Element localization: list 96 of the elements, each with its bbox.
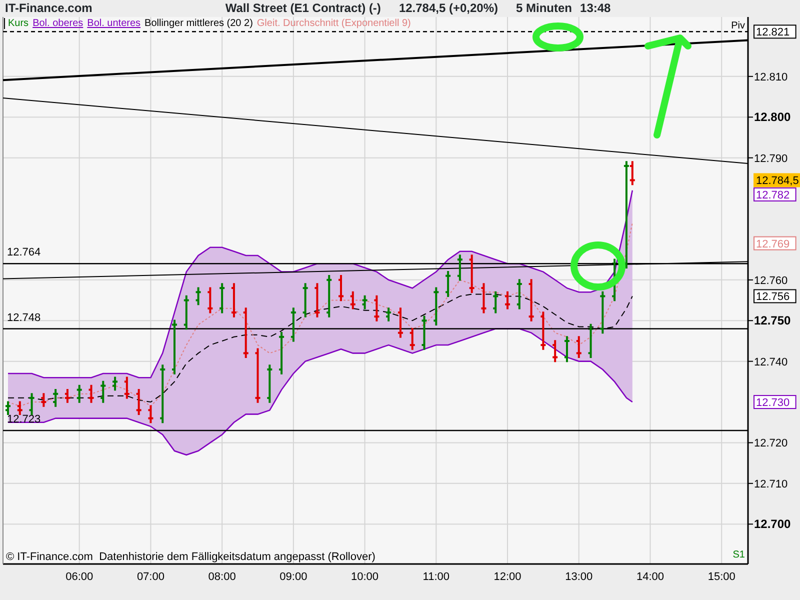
close-tick <box>29 396 34 399</box>
close-tick <box>148 417 154 420</box>
x-axis-label: 13:00 <box>565 571 593 583</box>
x-axis-label: 15:00 <box>708 571 736 583</box>
level-tag: Piv <box>731 20 745 32</box>
close-tick <box>528 316 534 318</box>
price-tag: 12.769 <box>754 236 796 250</box>
close-tick <box>446 274 451 277</box>
chart-title: Wall Street (E1 Contract) (-) <box>225 0 381 17</box>
close-tick <box>220 287 225 290</box>
close-tick <box>612 262 618 265</box>
close-tick <box>124 392 130 395</box>
site-name: IT-Finance.com <box>5 0 92 17</box>
close-tick <box>398 332 403 334</box>
close-tick <box>53 392 58 395</box>
close-tick <box>208 307 213 310</box>
close-tick <box>386 311 392 314</box>
close-tick <box>600 295 606 298</box>
level-label: 12.764 <box>7 246 41 259</box>
y-axis-label: 12.790 <box>754 152 788 165</box>
close-tick <box>172 324 177 326</box>
price-tag: 12.756 <box>754 289 796 304</box>
price-tag: 12.782 <box>754 187 796 202</box>
price-tag: 12.730 <box>754 395 796 410</box>
x-axis-label: 10:00 <box>351 571 379 583</box>
close-tick <box>112 380 118 383</box>
close-tick <box>564 340 570 342</box>
close-tick <box>279 336 284 338</box>
close-tick <box>41 401 46 404</box>
legend-label: Kurs <box>8 18 29 29</box>
close-tick <box>326 278 332 281</box>
x-axis-label: 12:00 <box>494 571 522 583</box>
close-tick <box>88 396 94 399</box>
time-label: 13:48 <box>580 0 611 17</box>
close-tick <box>6 405 10 408</box>
y-axis-label: 12.700 <box>754 517 791 532</box>
close-tick <box>576 352 582 354</box>
close-tick <box>434 291 439 294</box>
x-axis-label: 11:00 <box>422 571 450 583</box>
close-tick <box>64 396 70 399</box>
hand-drawn-circle <box>532 22 584 52</box>
close-tick <box>314 311 320 314</box>
close-tick <box>624 164 629 167</box>
legend-label: Gleit. Durchschnitt (Exponentiell 9) <box>256 18 411 29</box>
y-axis-label: 12.760 <box>754 274 788 287</box>
close-tick <box>302 287 308 290</box>
close-tick <box>362 299 368 302</box>
close-tick <box>516 283 522 285</box>
close-tick <box>76 388 82 391</box>
legend-label: Bol. oberes <box>32 18 84 29</box>
legend-label: Bollinger mittleres (20 2) <box>144 18 253 29</box>
price-quote: 12.784,5 (+0,20%) <box>398 0 498 17</box>
hand-drawn-circle <box>570 242 626 290</box>
close-tick <box>588 328 594 330</box>
x-axis-label: 09:00 <box>280 571 308 583</box>
level-label: 12.748 <box>7 312 41 324</box>
y-axis-label: 12.740 <box>754 356 788 368</box>
close-tick <box>136 409 142 412</box>
close-tick <box>243 352 248 354</box>
x-axis-label: 07:00 <box>136 571 164 583</box>
footer-note: © IT-Finance.com Datenhistorie dem Fälligkeitsdatum angepasst (Rollover) <box>6 551 376 563</box>
close-tick <box>231 311 236 314</box>
price-tag: 12.784,5 <box>754 173 800 188</box>
interval-label: 5 Minuten <box>516 0 572 17</box>
close-tick <box>267 368 272 370</box>
close-tick <box>290 311 296 314</box>
close-tick <box>481 307 486 310</box>
x-axis-label: 06:00 <box>66 571 94 583</box>
legend-label: Bol. unteres <box>87 18 141 29</box>
close-tick <box>160 368 166 370</box>
close-tick <box>410 344 415 346</box>
close-tick <box>255 396 260 399</box>
close-tick <box>422 320 427 322</box>
close-tick <box>196 291 201 294</box>
y-axis-label: 12.800 <box>754 110 791 124</box>
y-axis-label: 12.720 <box>754 438 788 450</box>
price-tag: 12.821 <box>754 24 796 39</box>
close-tick <box>338 295 344 298</box>
close-tick <box>184 299 189 302</box>
y-axis-label: 12.750 <box>754 314 791 328</box>
close-tick <box>374 316 380 318</box>
y-axis-label: 12.810 <box>754 71 788 84</box>
close-tick <box>17 409 22 412</box>
level-tag: S1 <box>732 550 745 561</box>
close-tick <box>350 303 356 306</box>
x-axis-label: 08:00 <box>208 571 236 583</box>
close-tick <box>457 258 462 261</box>
close-tick <box>100 384 106 387</box>
y-axis-label: 12.710 <box>754 478 788 490</box>
close-tick <box>540 344 546 346</box>
close-tick <box>552 356 558 358</box>
close-tick <box>469 287 474 290</box>
close-tick <box>505 303 510 306</box>
close-tick <box>493 295 498 298</box>
close-tick <box>630 179 635 182</box>
x-axis-label: 14:00 <box>636 571 664 583</box>
